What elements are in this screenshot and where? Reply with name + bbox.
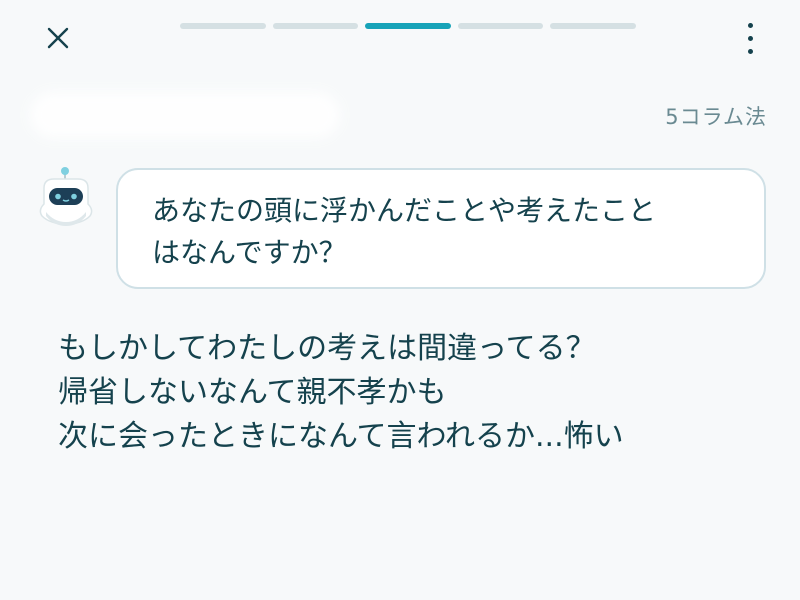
close-icon <box>47 27 69 49</box>
more-vertical-icon <box>747 22 753 28</box>
progress-step <box>457 23 544 29</box>
more-vertical-icon-dot <box>747 48 753 54</box>
close-button[interactable] <box>38 18 78 58</box>
answer-text-area[interactable]: もしかしてわたしの考えは間違ってる？ 帰省しないなんて親不孝かも 次に会ったとき… <box>58 327 778 459</box>
blurred-header <box>30 92 340 138</box>
screen: 5コラム法 あなたの頭に浮かんだことや考えたこと はなんですか？ もしかしてわた… <box>0 0 800 600</box>
answer-line: 帰省しないなんて親不孝かも <box>58 375 447 410</box>
progress-step <box>550 23 636 29</box>
more-menu-button[interactable] <box>732 16 768 60</box>
method-label: 5コラム法 <box>665 105 767 129</box>
question-text: あなたの頭に浮かんだことや考えたこと はなんですか？ <box>152 194 657 269</box>
answer-line: 次に会ったときになんて言われるか...怖い <box>58 419 624 454</box>
progress-step-current <box>365 23 451 29</box>
answer-line: もしかしてわたしの考えは間違ってる？ <box>58 331 596 366</box>
robot-avatar-icon <box>39 167 93 226</box>
step-progress-bar <box>180 23 636 29</box>
progress-step <box>180 23 266 29</box>
more-vertical-icon-dot <box>747 35 753 41</box>
progress-step <box>272 23 359 29</box>
question-bubble: あなたの頭に浮かんだことや考えたこと はなんですか？ <box>116 168 766 289</box>
